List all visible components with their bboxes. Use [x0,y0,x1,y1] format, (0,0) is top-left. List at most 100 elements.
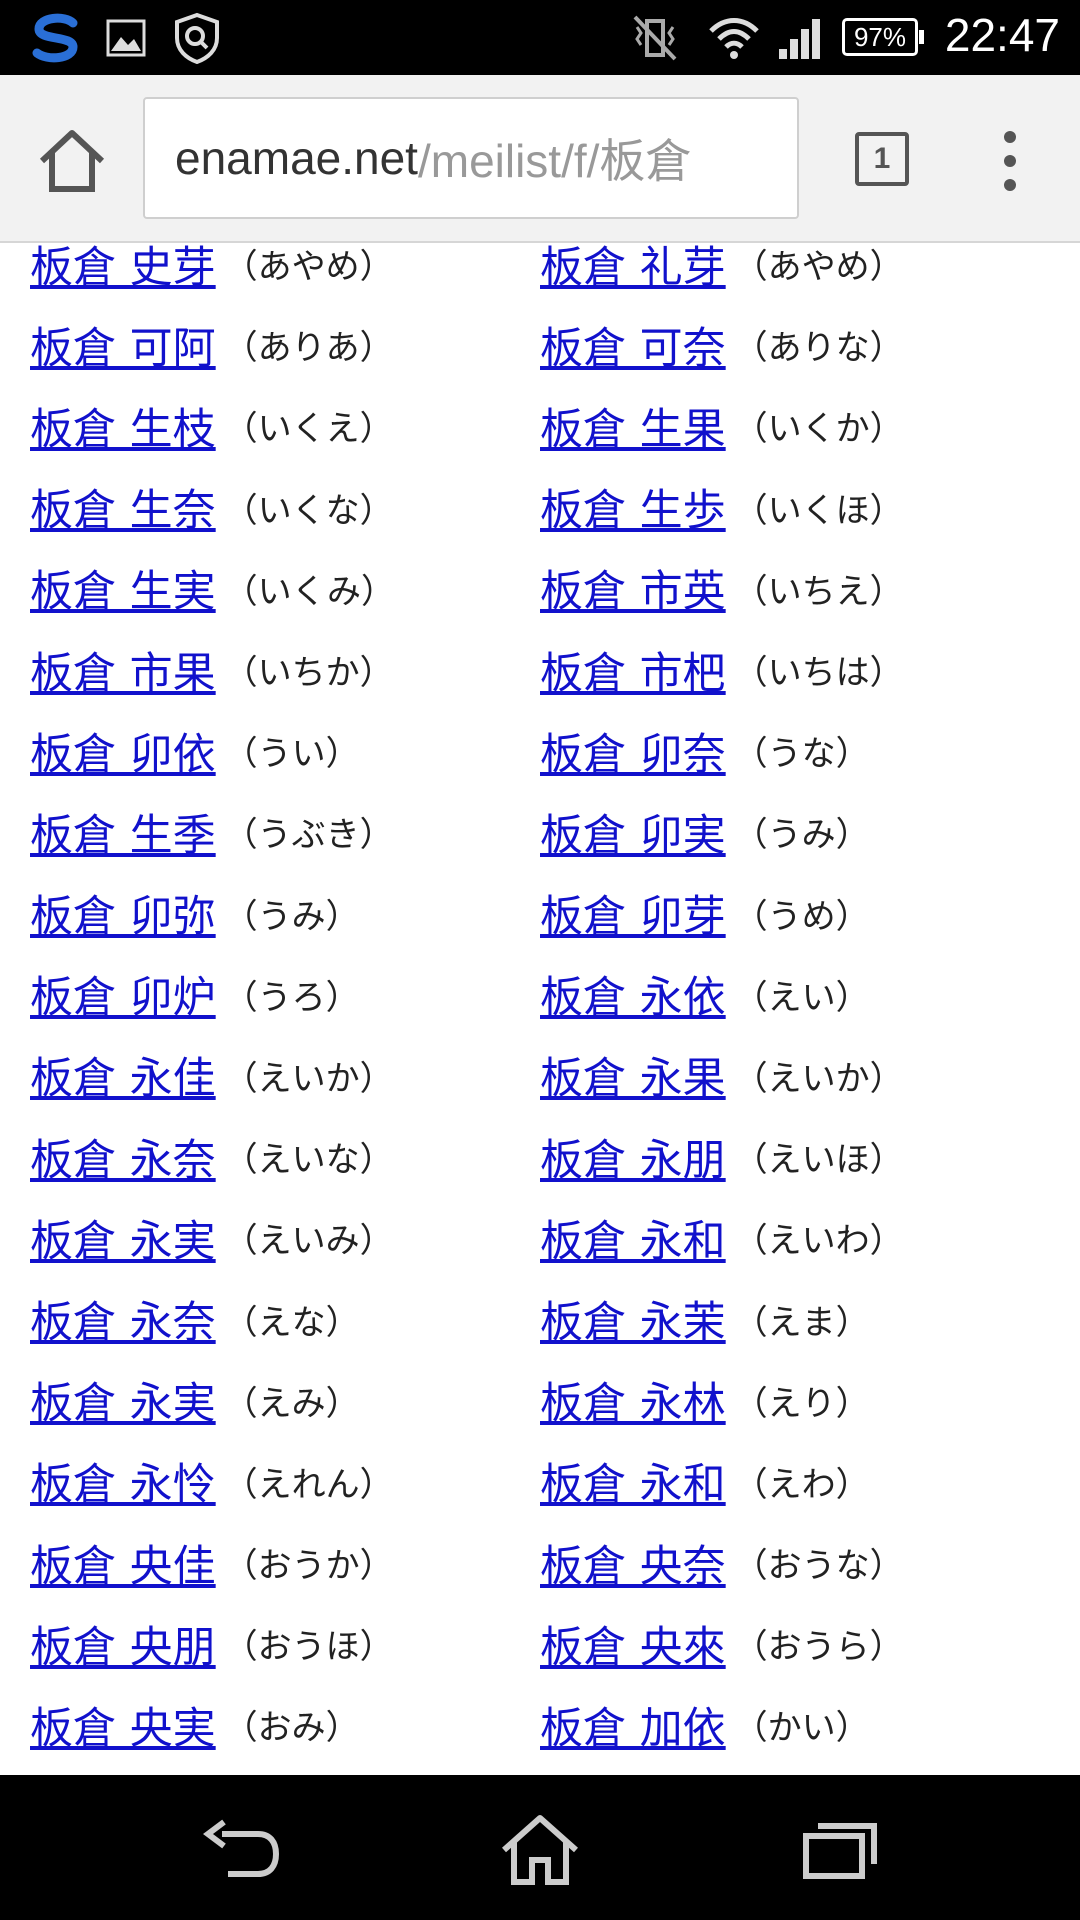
name-link[interactable]: 板倉 生実 [30,557,216,619]
shield-search-icon [170,10,224,66]
name-link[interactable]: 板倉 市果 [30,639,216,701]
name-reading: （おうか） [223,1546,394,1587]
name-link[interactable]: 板倉 生歩 [540,476,726,538]
name-reading: （えいな） [223,1140,394,1181]
name-reading: （いちえ） [733,571,904,612]
name-reading: （ありな） [733,328,904,369]
name-link[interactable]: 板倉 央佳 [30,1532,216,1594]
recents-icon [803,1823,877,1879]
name-link[interactable]: 板倉 永和 [540,1450,726,1512]
name-reading: （あやめ） [223,247,394,288]
name-link[interactable]: 板倉 央來 [540,1613,726,1675]
clock: 22:47 [944,9,1060,61]
list-item: 板倉 永実 （えいみ） [30,1197,540,1278]
name-reading: （おうら） [733,1627,904,1668]
name-grid: 板倉 史芽 （あやめ） 板倉 礼芽 （あやめ） 板倉 可阿 （ありあ） 板倉 可奈 （ありな）… [30,245,1070,1766]
name-link[interactable]: 板倉 卯実 [540,801,726,863]
list-item: 板倉 永奈 （えいな） [30,1116,540,1197]
list-item: 板倉 央奈 （おうな） [540,1522,1050,1603]
list-item: 板倉 市英 （いちえ） [540,548,1050,629]
url-bar[interactable]: enamae.net/meilist/f/板倉 [143,97,799,219]
name-link[interactable]: 板倉 永依 [540,963,726,1025]
back-icon [203,1819,280,1877]
list-item: 板倉 卯炉 （うろ） [30,954,540,1035]
name-link[interactable]: 板倉 生枝 [30,395,216,457]
list-item: 板倉 生季 （うぶき） [30,791,540,872]
list-item: 板倉 卯実 （うみ） [540,791,1050,872]
home-icon [502,1815,578,1885]
list-item: 板倉 永和 （えいわ） [540,1197,1050,1278]
name-reading: （えいほ） [733,1140,904,1181]
list-item: 板倉 史芽 （あやめ） [30,245,540,304]
image-icon [104,10,148,66]
name-link[interactable]: 板倉 央奈 [540,1532,726,1594]
name-link[interactable]: 板倉 加依 [540,1694,726,1756]
name-reading: （うい） [223,734,360,775]
list-item: 板倉 永依 （えい） [540,954,1050,1035]
name-reading: （うみ） [733,815,870,856]
list-item: 板倉 永怜 （えれん） [30,1441,540,1522]
name-link[interactable]: 板倉 永朋 [540,1126,726,1188]
name-reading: （えわ） [733,1464,870,1505]
list-item: 板倉 卯奈 （うな） [540,710,1050,791]
name-link[interactable]: 板倉 生果 [540,395,726,457]
home-button[interactable] [36,127,108,195]
signal-icon [776,10,824,66]
list-item: 板倉 市杷 （いちは） [540,629,1050,710]
name-link[interactable]: 板倉 市英 [540,557,726,619]
name-reading: （えみ） [223,1383,360,1424]
battery-icon: 97% [842,18,924,56]
list-item: 板倉 生奈 （いくな） [30,467,540,548]
name-link[interactable]: 板倉 央朋 [30,1613,216,1675]
name-reading: （うぶき） [223,815,394,856]
name-link[interactable]: 板倉 央実 [30,1694,216,1756]
url-path: /meilist/f/板倉 [417,135,692,187]
name-link[interactable]: 板倉 卯奈 [540,720,726,782]
name-link[interactable]: 板倉 永奈 [30,1288,216,1350]
name-reading: （えな） [223,1302,360,1343]
name-reading: （ありあ） [223,328,394,369]
name-reading: （えれん） [223,1464,394,1505]
wifi-icon [706,10,762,66]
name-reading: （いくえ） [223,409,394,450]
name-link[interactable]: 板倉 永実 [30,1369,216,1431]
name-reading: （おうほ） [223,1627,394,1668]
list-item: 板倉 永果 （えいか） [540,1035,1050,1116]
name-link[interactable]: 板倉 永奈 [30,1126,216,1188]
name-link[interactable]: 板倉 永果 [540,1044,726,1106]
name-reading: （うな） [733,734,870,775]
name-link[interactable]: 板倉 卯炉 [30,963,216,1025]
name-link[interactable]: 板倉 生季 [30,801,216,863]
list-item: 板倉 央朋 （おうほ） [30,1603,540,1684]
name-link[interactable]: 板倉 永怜 [30,1450,216,1512]
browser-toolbar: enamae.net/meilist/f/板倉 1 [0,75,1080,243]
name-link[interactable]: 板倉 永茉 [540,1288,726,1350]
name-link[interactable]: 板倉 卯芽 [540,882,726,944]
name-link[interactable]: 板倉 市杷 [540,639,726,701]
name-reading: （えり） [733,1383,870,1424]
overflow-menu-button[interactable] [990,131,1030,191]
name-link[interactable]: 板倉 永佳 [30,1044,216,1106]
name-reading: （うみ） [223,896,360,937]
name-reading: （おみ） [223,1708,360,1749]
name-link[interactable]: 板倉 史芽 [30,245,216,295]
home-nav-button[interactable] [490,1805,590,1895]
name-link[interactable]: 板倉 可奈 [540,314,726,376]
name-link[interactable]: 板倉 可阿 [30,314,216,376]
name-link[interactable]: 板倉 礼芽 [540,245,726,295]
name-link[interactable]: 板倉 生奈 [30,476,216,538]
name-link[interactable]: 板倉 永林 [540,1369,726,1431]
list-item: 板倉 永和 （えわ） [540,1441,1050,1522]
list-item: 板倉 可阿 （ありあ） [30,304,540,385]
name-reading: （うろ） [223,977,360,1018]
recents-button[interactable] [790,1805,890,1895]
name-reading: （いくほ） [733,490,904,531]
name-link[interactable]: 板倉 永和 [540,1207,726,1269]
tab-switcher-button[interactable]: 1 [855,132,909,186]
name-link[interactable]: 板倉 卯依 [30,720,216,782]
back-button[interactable] [190,1805,290,1895]
name-link[interactable]: 板倉 永実 [30,1207,216,1269]
list-item: 板倉 可奈 （ありな） [540,304,1050,385]
name-reading: （えいみ） [223,1221,394,1262]
name-link[interactable]: 板倉 卯弥 [30,882,216,944]
